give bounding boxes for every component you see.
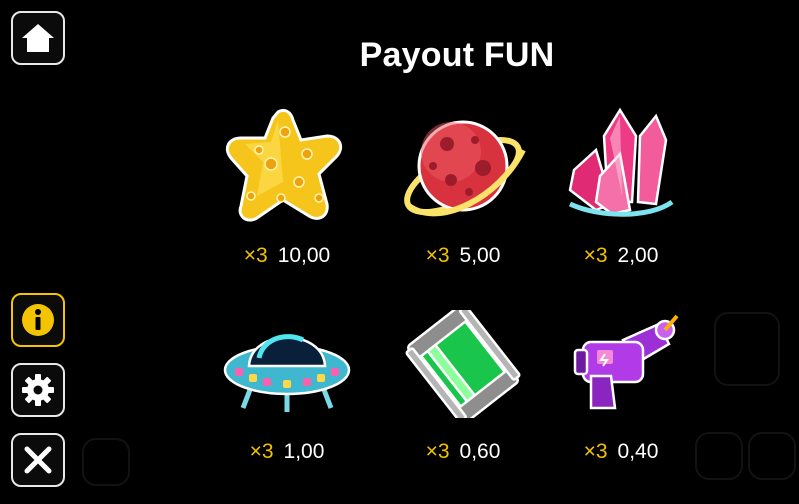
payout-value: 2,00: [617, 244, 659, 267]
page-title: Payout FUN: [359, 36, 555, 74]
crystal-icon: [568, 107, 674, 217]
multiplier: ×3: [425, 244, 450, 267]
background-decoration: [714, 312, 780, 386]
payout-line: ×3 0,60: [373, 440, 553, 464]
payout-value: 10,00: [277, 244, 331, 267]
payout-line: ×3 10,00: [197, 244, 377, 268]
payout-item-planet: ×3 5,00: [373, 110, 553, 276]
multiplier: ×3: [583, 440, 608, 463]
payout-value: 0,60: [459, 440, 501, 463]
planet-icon: [404, 120, 526, 217]
star-icon: [225, 108, 343, 222]
payout-item-ufo: ×3 1,00: [197, 310, 377, 475]
gear-icon: [22, 374, 54, 406]
multiplier: ×3: [249, 440, 274, 463]
battery-icon: [405, 310, 521, 418]
payout-line: ×3 5,00: [373, 244, 553, 268]
payout-line: ×3 2,00: [531, 244, 711, 268]
ray-gun-icon: [573, 314, 679, 410]
multiplier: ×3: [583, 244, 608, 267]
background-decoration: [748, 432, 796, 480]
info-icon: [22, 304, 54, 336]
payout-line: ×3 0,40: [531, 440, 711, 464]
payout-item-crystal: ×3 2,00: [531, 106, 711, 276]
settings-button[interactable]: [11, 363, 65, 417]
payout-item-battery: ×3 0,60: [373, 310, 553, 475]
payout-item-star: ×3 10,00: [197, 106, 377, 276]
close-button[interactable]: [11, 433, 65, 487]
payout-line: ×3 1,00: [197, 440, 377, 464]
payout-item-ray-gun: ×3 0,40: [531, 310, 711, 475]
info-button[interactable]: [11, 293, 65, 347]
ufo-icon: [223, 334, 351, 412]
payout-value: 0,40: [617, 440, 659, 463]
payout-value: 1,00: [283, 440, 325, 463]
payout-value: 5,00: [459, 244, 501, 267]
background-decoration: [82, 438, 130, 486]
multiplier: ×3: [425, 440, 450, 463]
close-icon: [24, 446, 52, 474]
multiplier: ×3: [243, 244, 268, 267]
